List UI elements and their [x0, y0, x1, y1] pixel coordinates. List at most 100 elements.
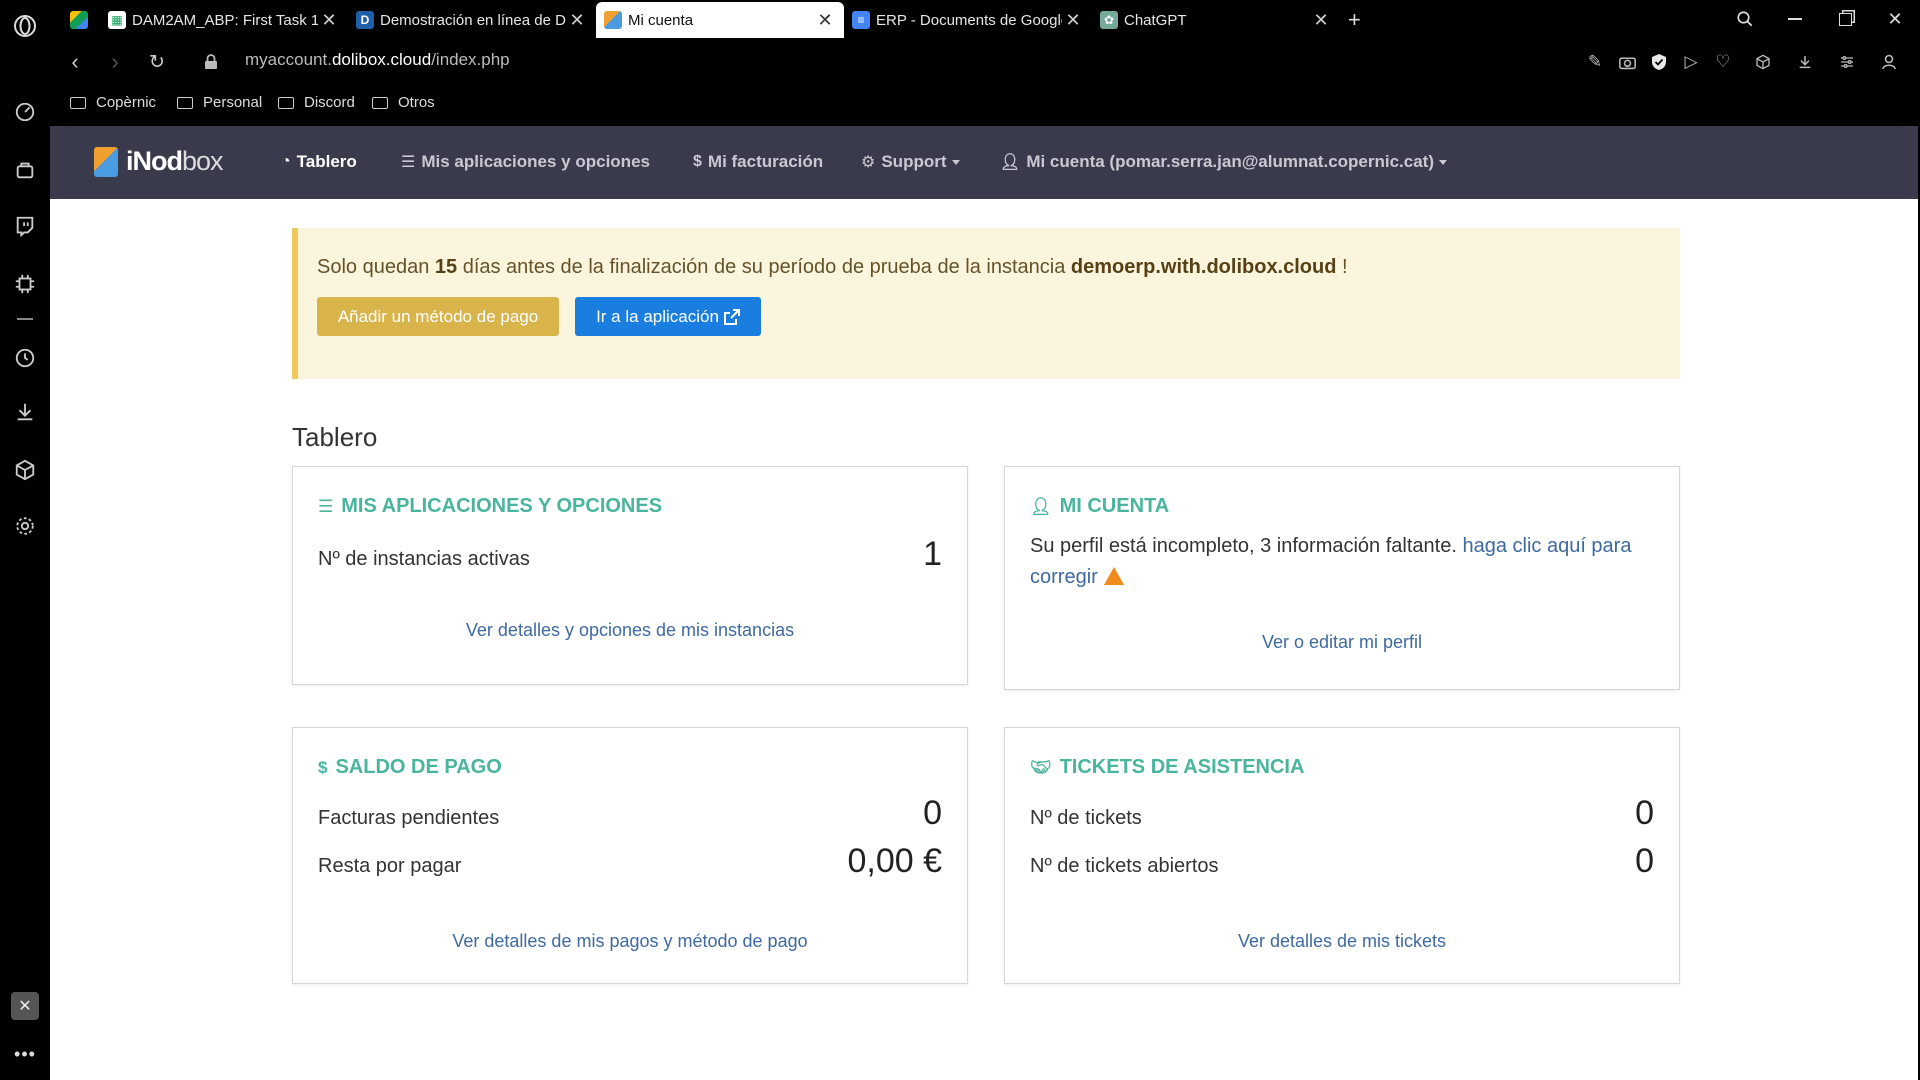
- gear-icon: ⚙: [861, 154, 876, 171]
- logo-cube-icon: [94, 146, 118, 177]
- profile-status-text: Su perfil está incompleto, 3 información…: [1030, 535, 1463, 557]
- tab-google-docs[interactable]: ≡ ERP - Documents de Google ✕: [844, 2, 1092, 38]
- easy-setup-icon[interactable]: [1834, 49, 1860, 75]
- new-tab-button[interactable]: +: [1340, 2, 1380, 38]
- tab-dolibarr[interactable]: D Demostración en línea de D ✕: [348, 2, 596, 38]
- send-icon[interactable]: ▷: [1678, 49, 1704, 75]
- logo-text-suffix: box: [182, 146, 224, 176]
- apps-card: ☰ MIS APLICACIONES Y OPCIONES Nº de insta…: [292, 466, 968, 685]
- view-instances-link[interactable]: Ver detalles y opciones de mis instancia…: [293, 620, 967, 641]
- restore-icon[interactable]: [1820, 0, 1870, 38]
- tab-search-icon[interactable]: [1720, 0, 1770, 38]
- bookmark-heart-icon[interactable]: ♡: [1710, 49, 1736, 75]
- google-classroom-icon: ▦: [108, 11, 126, 29]
- close-tab-icon[interactable]: ✕: [1310, 10, 1332, 31]
- tab-title: DAM2AM_ABP: First Task 1: [132, 11, 318, 29]
- bookmark-label: Otros: [398, 94, 435, 111]
- snapshot-camera-icon[interactable]: [1614, 49, 1640, 75]
- dolibarr-icon: D: [356, 11, 374, 29]
- site-logo[interactable]: iNod box: [94, 146, 224, 177]
- extensions-cube-icon[interactable]: [0, 450, 50, 490]
- google-docs-icon: ≡: [852, 11, 870, 29]
- user-icon: 👤︎: [1030, 496, 1052, 516]
- card-title-text: SALDO DE PAGO: [335, 756, 502, 778]
- bookmark-label: Personal: [203, 94, 263, 111]
- dashboard-heading: Tablero: [292, 422, 378, 452]
- tab-title: Demostración en línea de D: [380, 11, 566, 29]
- tab-chatgpt[interactable]: ✿ ChatGPT ✕: [1092, 2, 1340, 38]
- alert-text: !: [1336, 256, 1348, 278]
- url-domain: dolibox.cloud: [331, 50, 432, 69]
- tickets-count-row: Nº de tickets 0: [1030, 794, 1654, 833]
- card-title-text: MIS APLICACIONES Y OPCIONES: [341, 495, 663, 517]
- more-options-icon[interactable]: •••: [0, 1034, 50, 1074]
- address-bar-row: ‹ › ↻ myaccount. dolibox.cloud/index.php …: [50, 38, 1920, 86]
- account-card-title: 👤︎ MI CUENTA: [1030, 495, 1169, 518]
- bookmark-folder-personal[interactable]: Personal: [177, 94, 262, 111]
- minimize-icon[interactable]: [1770, 0, 1820, 38]
- tab-mi-cuenta[interactable]: Mi cuenta ✕: [596, 2, 844, 38]
- account-card: 👤︎ MI CUENTA Su perfil está incompleto, 3…: [1004, 466, 1680, 690]
- card-title-text: TICKETS DE ASISTENCIA: [1059, 756, 1305, 778]
- view-payments-link[interactable]: Ver detalles de mis pagos y método de pa…: [293, 931, 967, 952]
- close-tab-icon[interactable]: ✕: [318, 10, 340, 31]
- nav-mis-aplicaciones[interactable]: ☰ Mis aplicaciones y opciones: [401, 152, 650, 172]
- back-button[interactable]: ‹: [60, 48, 90, 76]
- bookmarks-bar: Copèrnic Personal Discord Otros: [50, 86, 1920, 126]
- active-instances-row: Nº de instancias activas 1: [318, 535, 942, 574]
- edit-page-icon[interactable]: ✎: [1582, 49, 1608, 75]
- nav-mi-facturacion[interactable]: $ Mi facturación: [693, 152, 823, 172]
- dollar-icon: $: [318, 757, 328, 777]
- speed-dial-icon[interactable]: [0, 92, 50, 132]
- logo-text-main: iNod: [126, 146, 183, 176]
- close-window-icon[interactable]: ✕: [1870, 0, 1920, 38]
- tickets-count-value: 0: [1635, 794, 1654, 832]
- workspace-icon[interactable]: [62, 2, 100, 38]
- chip-icon[interactable]: [0, 264, 50, 304]
- active-instances-label: Nº de instancias activas: [318, 548, 530, 570]
- twitch-icon[interactable]: [0, 206, 50, 246]
- bookmark-label: Discord: [304, 94, 355, 111]
- trial-days: 15: [434, 256, 458, 278]
- settings-gear-icon[interactable]: [0, 506, 50, 546]
- add-payment-method-button[interactable]: Añadir un método de pago: [317, 297, 559, 336]
- nav-tablero[interactable]: ◔ Tablero: [281, 152, 357, 172]
- folder-icon: [70, 96, 86, 109]
- nav-mi-cuenta[interactable]: 👤︎ Mi cuenta (pomar.serra.jan@alumnat.cop…: [1000, 152, 1448, 172]
- close-tab-icon[interactable]: ✕: [814, 10, 836, 31]
- edit-profile-link[interactable]: Ver o editar mi perfil: [1005, 632, 1679, 653]
- reload-button[interactable]: ↻: [142, 48, 172, 76]
- bookmark-label: Copèrnic: [96, 94, 157, 111]
- go-to-application-button[interactable]: Ir a la aplicación: [575, 297, 761, 336]
- bookmark-folder-copernic[interactable]: Copèrnic: [70, 94, 156, 111]
- close-tab-icon[interactable]: ✕: [1062, 10, 1084, 31]
- extensions-icon[interactable]: [1750, 49, 1776, 75]
- nav-support[interactable]: ⚙ Support: [861, 152, 960, 172]
- lock-icon[interactable]: [196, 48, 226, 76]
- downloads-icon[interactable]: [0, 392, 50, 432]
- history-clock-icon[interactable]: [0, 338, 50, 378]
- browser-sidebar: ✕ •••: [0, 0, 50, 1080]
- view-tickets-link[interactable]: Ver detalles de mis tickets: [1005, 931, 1679, 952]
- download-icon[interactable]: [1792, 49, 1818, 75]
- tab-classroom[interactable]: ▦ DAM2AM_ABP: First Task 1 ✕: [100, 2, 348, 38]
- shopping-bag-icon[interactable]: [0, 150, 50, 190]
- open-tickets-label: Nº de tickets abiertos: [1030, 855, 1219, 877]
- active-instances-value: 1: [923, 535, 942, 573]
- open-tickets-value: 0: [1635, 842, 1654, 880]
- pending-invoices-label: Facturas pendientes: [318, 807, 500, 829]
- bookmark-folder-otros[interactable]: Otros: [372, 94, 435, 111]
- vpn-tools-icon[interactable]: ✕: [0, 986, 50, 1026]
- server-icon: ☰: [401, 154, 416, 171]
- nav-label: Mi cuenta (pomar.serra.jan@alumnat.coper…: [1026, 152, 1435, 171]
- forward-button[interactable]: ›: [100, 48, 130, 76]
- remaining-balance-label: Resta por pagar: [318, 855, 462, 877]
- opera-logo-icon[interactable]: [0, 6, 50, 46]
- bookmark-folder-discord[interactable]: Discord: [278, 94, 355, 111]
- profile-icon[interactable]: [1876, 49, 1902, 75]
- adblock-shield-icon[interactable]: [1646, 49, 1672, 75]
- external-link-icon: [723, 308, 740, 325]
- url-field[interactable]: myaccount. dolibox.cloud/index.php: [245, 50, 510, 70]
- folder-icon: [177, 96, 193, 109]
- close-tab-icon[interactable]: ✕: [566, 10, 588, 31]
